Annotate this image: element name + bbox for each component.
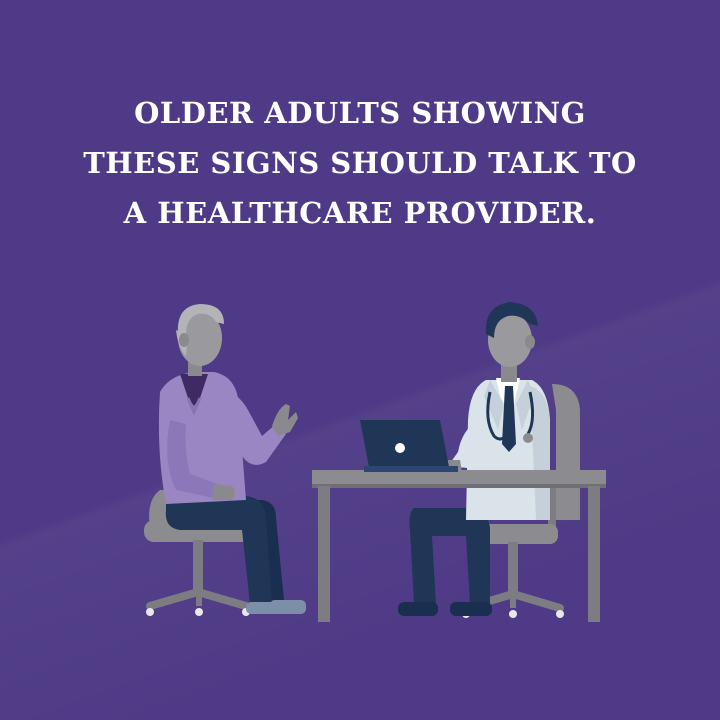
consultation-illustration <box>144 302 606 622</box>
laptop <box>360 420 458 472</box>
patient-figure <box>158 304 306 614</box>
laptop-logo-icon <box>395 443 405 453</box>
